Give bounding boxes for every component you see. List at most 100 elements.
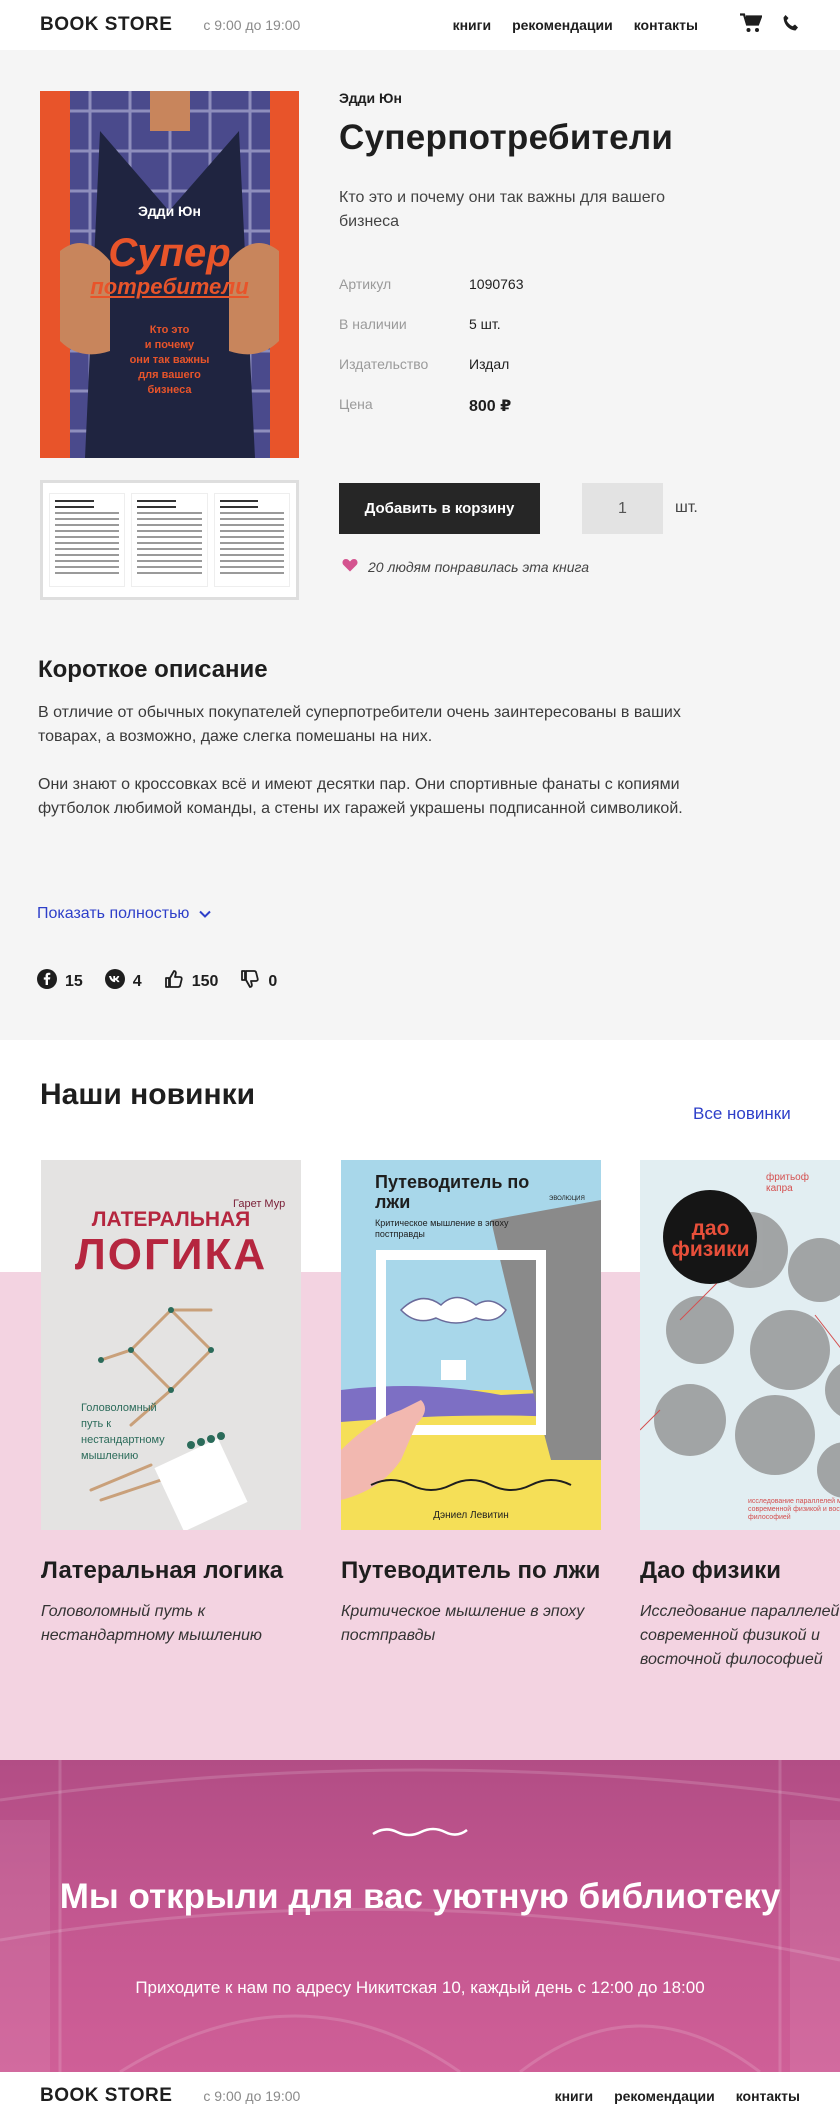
social-stats: 15 4 150 0 xyxy=(37,969,277,994)
page-line xyxy=(219,548,284,550)
page-line xyxy=(55,518,120,520)
phone-icon[interactable] xyxy=(782,14,800,37)
vk-share[interactable]: 4 xyxy=(104,969,142,994)
cover-title: Путеводитель по лжи xyxy=(375,1172,530,1212)
nav-recommendations[interactable]: рекомендации xyxy=(512,17,613,33)
preview-page xyxy=(49,493,126,587)
page-line xyxy=(219,554,284,556)
page-line xyxy=(55,542,120,544)
book-cover[interactable]: дао физики фритьоф капра исследование па… xyxy=(640,1160,840,1530)
book-card[interactable]: дао физики фритьоф капра исследование па… xyxy=(640,1160,840,1672)
logo[interactable]: BOOK STORE xyxy=(40,14,172,36)
product-section: Эдди Юн Супер потребители Кто это и поче… xyxy=(0,50,840,1040)
page-line xyxy=(55,566,120,568)
footer-nav-books[interactable]: книги xyxy=(555,2088,594,2104)
page-line xyxy=(219,542,284,544)
dislike-button[interactable]: 0 xyxy=(240,969,277,994)
cover-title-2: физики xyxy=(671,1238,750,1261)
prop-value: 5 шт. xyxy=(469,316,501,332)
page-line xyxy=(137,524,202,526)
page-line xyxy=(55,548,120,550)
lie-guide-illustration xyxy=(341,1200,601,1530)
cover-subtitle: исследование параллелей между современно… xyxy=(748,1498,840,1521)
description-paragraph: В отличие от обычных покупателей суперпо… xyxy=(38,704,681,745)
cover-tagline-line: для вашего xyxy=(138,369,201,381)
main-nav: книги рекомендации контакты xyxy=(453,17,698,33)
book-card[interactable]: Гарет Мур ЛАТЕРАЛЬНАЯ ЛОГИКА Головоломны… xyxy=(41,1160,301,1648)
page-line xyxy=(55,524,120,526)
page-line xyxy=(137,500,176,502)
page-line xyxy=(137,554,202,556)
prop-article: Артикул 1090763 xyxy=(339,276,524,316)
product-title: Суперпотребители xyxy=(339,118,674,157)
book-card[interactable]: Путеводитель по лжи Критическое мышление… xyxy=(341,1160,601,1648)
prop-label: Артикул xyxy=(339,276,392,292)
nav-books[interactable]: книги xyxy=(453,17,492,33)
product-subtitle: Кто это и почему они так важны для вашег… xyxy=(339,189,665,230)
page-line xyxy=(219,512,284,514)
book-title[interactable]: Дао физики xyxy=(640,1556,840,1586)
heart-icon[interactable] xyxy=(342,558,358,575)
footer-working-hours: с 9:00 до 19:00 xyxy=(203,2088,301,2104)
page-line xyxy=(55,554,120,556)
thumbs-down-icon xyxy=(240,969,260,994)
header-icons xyxy=(740,12,800,38)
description-title: Короткое описание xyxy=(38,656,268,683)
quantity-input[interactable] xyxy=(582,483,663,534)
cart-icon[interactable] xyxy=(740,12,763,38)
add-to-cart-button[interactable]: Добавить в корзину xyxy=(339,483,540,534)
description-text: В отличие от обычных покупателей суперпо… xyxy=(38,701,708,845)
footer-nav-recommendations[interactable]: рекомендации xyxy=(614,2088,715,2104)
book-cover[interactable]: Гарет Мур ЛАТЕРАЛЬНАЯ ЛОГИКА Головоломны… xyxy=(41,1160,301,1530)
vk-icon xyxy=(104,969,125,994)
cover-tagline-line: и почему xyxy=(144,339,195,351)
book-title[interactable]: Путеводитель по лжи xyxy=(341,1556,601,1586)
all-new-books-link[interactable]: Все новинки xyxy=(693,1104,791,1124)
page-line xyxy=(55,536,120,538)
book-cover[interactable]: Эдди Юн Супер потребители Кто это и поче… xyxy=(40,91,299,458)
prop-publisher: Издательство Издал xyxy=(339,356,524,396)
dislikes-count: 0 xyxy=(268,972,278,990)
page-line xyxy=(137,512,202,514)
facebook-count: 15 xyxy=(65,972,83,990)
cover-author: фритьоф капра xyxy=(766,1172,809,1194)
page-line xyxy=(219,560,284,562)
prop-label: Цена xyxy=(339,396,373,412)
cover-title-1: Супер xyxy=(108,231,231,275)
page-line xyxy=(55,572,120,574)
cover-author: Дэниел Левитин xyxy=(433,1510,509,1521)
cover-tagline-line: Кто это xyxy=(149,324,190,336)
tao-physics-illustration xyxy=(640,1190,840,1498)
product-author[interactable]: Эдди Юн xyxy=(339,90,402,106)
book-cover[interactable]: Путеводитель по лжи Критическое мышление… xyxy=(341,1160,601,1530)
cover-tagline-line: бизнеса xyxy=(147,384,192,396)
facebook-share[interactable]: 15 xyxy=(37,969,83,994)
prop-label: Издательство xyxy=(339,356,429,372)
footer-nav-contacts[interactable]: контакты xyxy=(736,2088,800,2104)
matches-illustration xyxy=(89,1307,248,1530)
likes-info: 20 людям понравилась эта книга xyxy=(342,558,589,575)
book-preview-thumbnail[interactable] xyxy=(40,480,299,600)
promo-title: Мы открыли для вас уютную библиотеку xyxy=(59,1877,781,1916)
page-line xyxy=(55,530,120,532)
prop-price: Цена 800 ₽ xyxy=(339,396,524,436)
footer: BOOK STORE с 9:00 до 19:00 книги рекомен… xyxy=(0,2072,840,2120)
page-line xyxy=(219,524,284,526)
book-description: Исследование параллелей между современно… xyxy=(640,1603,840,1668)
footer-logo[interactable]: BOOK STORE xyxy=(40,2085,172,2107)
nav-contacts[interactable]: контакты xyxy=(634,17,698,33)
quantity-unit: шт. xyxy=(675,499,698,516)
page-line xyxy=(137,536,202,538)
preview-page xyxy=(131,493,208,587)
cover-publisher: ЭВОЛЮЦИЯ xyxy=(549,1196,585,1202)
cover-tagline: Кто это и почему они так важны для вашег… xyxy=(40,323,299,398)
product-properties: Артикул 1090763 В наличии 5 шт. Издатель… xyxy=(339,276,524,436)
page-line xyxy=(137,548,202,550)
working-hours: с 9:00 до 19:00 xyxy=(203,17,301,33)
cover-title-1: дао xyxy=(691,1217,730,1240)
like-button[interactable]: 150 xyxy=(164,969,218,994)
page-line xyxy=(137,506,176,508)
show-more-link[interactable]: Показать полностью xyxy=(37,905,212,923)
page-line xyxy=(137,530,202,532)
book-title[interactable]: Латеральная логика xyxy=(41,1556,301,1586)
